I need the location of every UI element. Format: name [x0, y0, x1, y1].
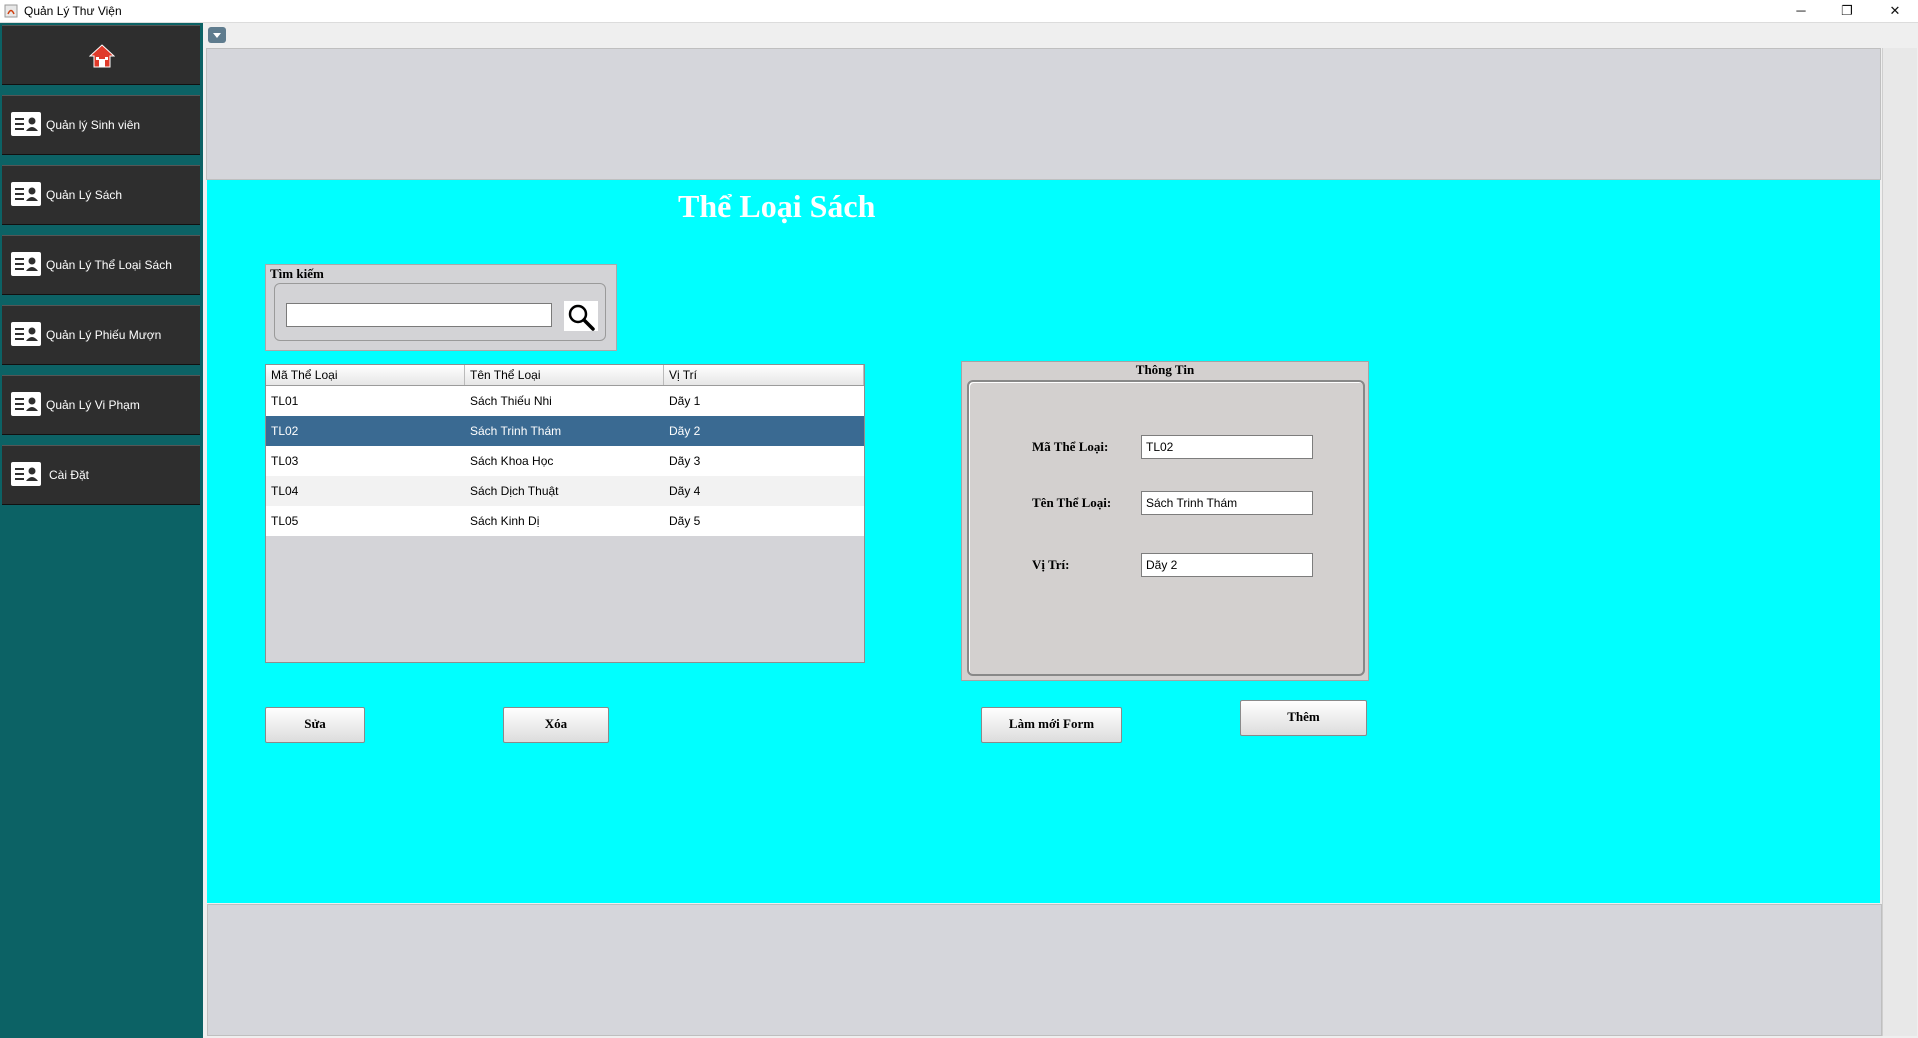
minimize-button[interactable]: ─ [1778, 0, 1824, 22]
column-header-ten-the-loai[interactable]: Tên Thể Loại [465, 365, 664, 385]
vi-tri-label: Vị Trí: [1032, 557, 1070, 572]
search-input[interactable] [286, 303, 552, 327]
user-card-icon [11, 322, 41, 346]
ma-the-loai-field[interactable] [1141, 435, 1313, 459]
user-card-icon [11, 462, 41, 486]
sidebar-item-the-loai-sach[interactable]: Quản Lý Thể Loại Sách [2, 235, 200, 295]
table-cell: Sách Khoa Học [470, 454, 554, 468]
table-cell: TL02 [271, 424, 299, 438]
search-button[interactable] [564, 301, 598, 331]
home-button[interactable] [2, 25, 200, 85]
info-panel-border [967, 380, 1365, 676]
ten-the-loai-label: Tên Thể Loại: [1032, 495, 1112, 510]
sidebar-item-label: Quản Lý Sách [46, 188, 123, 202]
delete-button[interactable]: Xóa [503, 707, 609, 743]
table-cell: TL04 [271, 484, 299, 498]
top-header-area [206, 48, 1881, 180]
column-header-ma-the-loai[interactable]: Mã Thể Loại [266, 365, 465, 385]
user-card-icon [11, 392, 41, 416]
sidebar-item-sach[interactable]: Quản Lý Sách [2, 165, 200, 225]
page-title: Thể Loại Sách [678, 188, 876, 224]
table-cell: Dãy 5 [669, 514, 701, 528]
close-button[interactable]: ✕ [1872, 0, 1918, 22]
sidebar-item-phieu-muon[interactable]: Quản Lý Phiếu Mượn [2, 305, 200, 365]
sidebar-item-cai-dat[interactable]: Cài Đặt [2, 445, 200, 505]
magnifier-icon [568, 304, 595, 331]
reset-form-button[interactable]: Làm mới Form [981, 707, 1122, 743]
title-bar: Quản Lý Thư Viện ─ ❐ ✕ [0, 0, 1918, 23]
home-icon [89, 44, 115, 68]
sidebar-item-label: Quản lý Sinh viên [46, 118, 141, 132]
bottom-area [207, 904, 1882, 1036]
table-cell: Sách Thiếu Nhi [470, 394, 552, 408]
edit-button[interactable]: Sửa [265, 707, 365, 743]
table-row[interactable]: TL05 Sách Kinh Dị Dãy 5 [266, 506, 864, 536]
search-panel: Tìm kiếm [265, 264, 617, 351]
table-cell: Dãy 4 [669, 484, 701, 498]
sidebar-item-label: Quản Lý Phiếu Mượn [46, 328, 162, 342]
table-cell: Dãy 2 [669, 424, 701, 438]
column-header-vi-tri[interactable]: Vị Trí [664, 365, 864, 385]
table-cell: TL01 [271, 394, 299, 408]
search-label: Tìm kiếm [270, 266, 324, 281]
table-row-selected[interactable]: TL02 Sách Trinh Thám Dãy 2 [266, 416, 864, 446]
table-row[interactable]: TL01 Sách Thiếu Nhi Dãy 1 [266, 386, 864, 416]
table-cell: TL05 [271, 514, 299, 528]
vertical-scrollbar[interactable] [1882, 48, 1917, 1036]
category-table: Mã Thể Loại Tên Thể Loại Vị Trí TL01 Sác… [265, 364, 865, 663]
table-header: Mã Thể Loại Tên Thể Loại Vị Trí [266, 365, 864, 386]
collapse-toggle-button[interactable] [208, 27, 226, 43]
sidebar-item-vi-pham[interactable]: Quản Lý Vi Phạm [2, 375, 200, 435]
ten-the-loai-field[interactable] [1141, 491, 1313, 515]
maximize-button[interactable]: ❐ [1824, 0, 1870, 22]
window-title: Quản Lý Thư Viện [24, 4, 122, 18]
info-panel-title: Thông Tin [1135, 362, 1195, 377]
add-button[interactable]: Thêm [1240, 700, 1367, 736]
java-app-icon [4, 4, 18, 18]
sidebar-item-label: Quản Lý Thể Loại Sách [46, 258, 172, 272]
table-cell: Dãy 3 [669, 454, 701, 468]
table-cell: Sách Dịch Thuật [470, 484, 559, 498]
user-card-icon [11, 182, 41, 206]
sidebar: Quản lý Sinh viên Quản Lý Sách Quản Lý T… [0, 23, 203, 1038]
user-card-icon [11, 252, 41, 276]
ma-the-loai-label: Mã Thể Loại: [1032, 439, 1109, 454]
table-cell: TL03 [271, 454, 299, 468]
sidebar-item-label: Quản Lý Vi Phạm [46, 398, 140, 412]
vi-tri-field[interactable] [1141, 553, 1313, 577]
table-cell: Sách Kinh Dị [470, 514, 540, 528]
user-card-icon [11, 112, 41, 136]
sidebar-item-sinh-vien[interactable]: Quản lý Sinh viên [2, 95, 200, 155]
sidebar-item-label: Cài Đặt [49, 468, 90, 482]
info-panel: Thông Tin Mã Thể Loại: Tên Thể Loại: Vị … [961, 361, 1369, 681]
table-cell: Dãy 1 [669, 394, 701, 408]
table-row[interactable]: TL03 Sách Khoa Học Dãy 3 [266, 446, 864, 476]
table-cell: Sách Trinh Thám [470, 424, 562, 438]
table-row[interactable]: TL04 Sách Dịch Thuật Dãy 4 [266, 476, 864, 506]
